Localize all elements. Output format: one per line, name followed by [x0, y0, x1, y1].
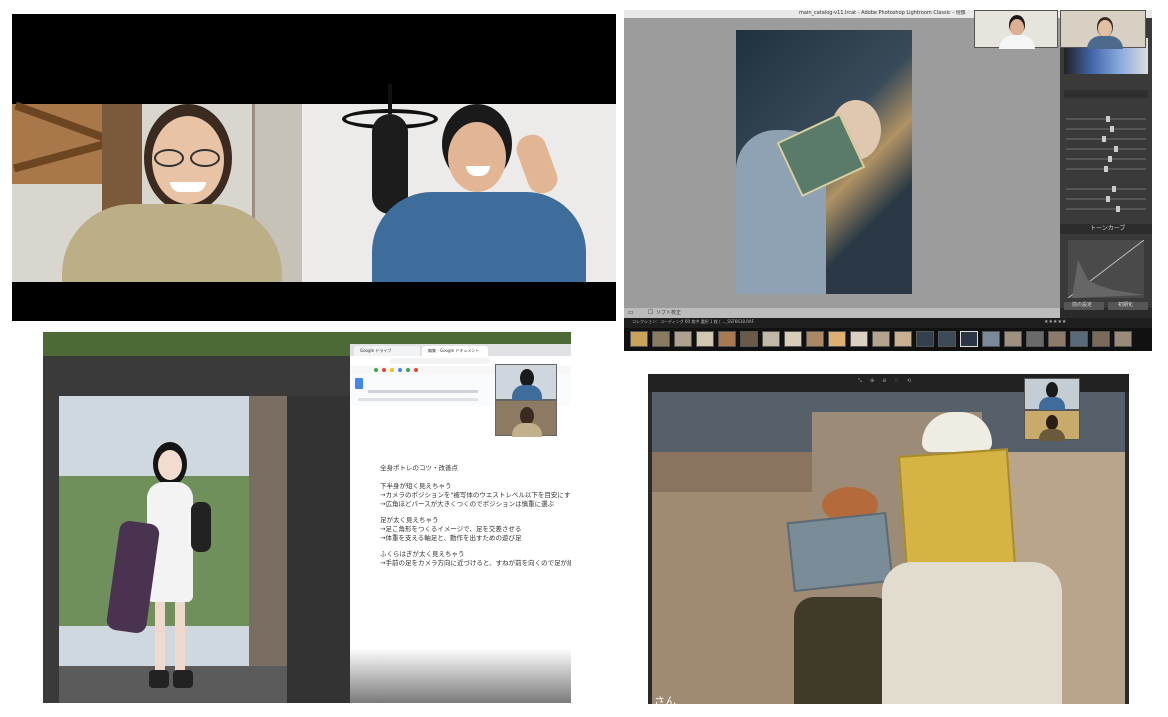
- portrait-photo: [43, 356, 350, 703]
- tab-google-docs[interactable]: 編集 - Google ドキュメント: [422, 346, 488, 356]
- rating-filter-stars[interactable]: ★★★★★: [1044, 319, 1066, 325]
- tab-bar: Google ドライブ 編集 - Google ドキュメント: [350, 344, 571, 356]
- develop-toolbar: ▭ ☐ ソフト校正: [624, 308, 1060, 318]
- docs-icon[interactable]: [355, 378, 363, 389]
- person-model: [105, 442, 223, 702]
- doc-line: →体重を支える軸足と、動作を出すための遊び足: [380, 534, 522, 542]
- screen-share-panel: Google ドライブ 編集 - Google ドキュメント 全身ポトレのコツ・…: [43, 332, 571, 703]
- participant-video-2: [1060, 10, 1146, 49]
- soft-proof-checkbox[interactable]: ☐: [648, 309, 653, 316]
- prev-settings-button[interactable]: 前の設定: [1064, 302, 1104, 310]
- viewer-tool-icons[interactable]: ⤡⊕⊖♡⟲: [858, 378, 919, 384]
- filmstrip-header: コレクション：コーディング 60 枚中 選択 1 枚 / ..._SSF6618…: [624, 318, 1152, 328]
- participant-video-3: [495, 364, 557, 401]
- document-body[interactable]: 全身ポトレのコツ・改善点 下半身が短く見えちゃう →カメラのポジションを"被写体…: [350, 406, 571, 703]
- person-woman: [62, 104, 282, 282]
- edited-photo: [736, 30, 912, 294]
- person-man: [372, 104, 602, 282]
- tab-google-drive[interactable]: Google ドライブ: [354, 346, 420, 356]
- develop-workspace[interactable]: [624, 18, 1060, 308]
- participant-video-4: [495, 400, 557, 437]
- participant-name: さん: [654, 695, 676, 704]
- tone-curve-graph[interactable]: [1068, 240, 1144, 298]
- reset-button[interactable]: 初期化: [1108, 302, 1148, 310]
- tone-curve-label: トーンカーブ: [1090, 225, 1126, 232]
- filmstrip[interactable]: [624, 328, 1152, 351]
- participant-video-6: [1024, 410, 1080, 441]
- video-call-panel: [12, 14, 616, 321]
- doc-line: →手前の足をカメラ方向に近づけると、すねが前を向くので足が細く見: [380, 559, 571, 567]
- doc-line: →広角ほどパースが大きくつくのでポジションは慎重に選ぶ: [380, 500, 555, 508]
- grid-icon[interactable]: ▭: [628, 309, 634, 316]
- window-title: main_catalog-v11.lrcat - Adobe Photoshop…: [799, 10, 966, 16]
- adjustment-panel: トーンカーブ 前の設定 初期化: [1060, 18, 1152, 310]
- lightroom-window: main_catalog-v11.lrcat - Adobe Photoshop…: [624, 10, 1152, 351]
- participant-video-5: [1024, 378, 1080, 411]
- video-frame: [12, 84, 616, 282]
- photo-viewer-panel: ⤡⊕⊖♡⟲ さん: [648, 374, 1129, 704]
- doc-heading: 全身ポトレのコツ・改善点: [380, 464, 458, 472]
- child-with-yellow-book: [882, 412, 1082, 704]
- participant-video-1: [974, 10, 1058, 49]
- filmstrip-info: コレクション：コーディング 60 枚中 選択 1 枚 / ..._SSF6618…: [632, 319, 754, 324]
- browser-window: Google ドライブ 編集 - Google ドキュメント 全身ポトレのコツ・…: [350, 344, 571, 703]
